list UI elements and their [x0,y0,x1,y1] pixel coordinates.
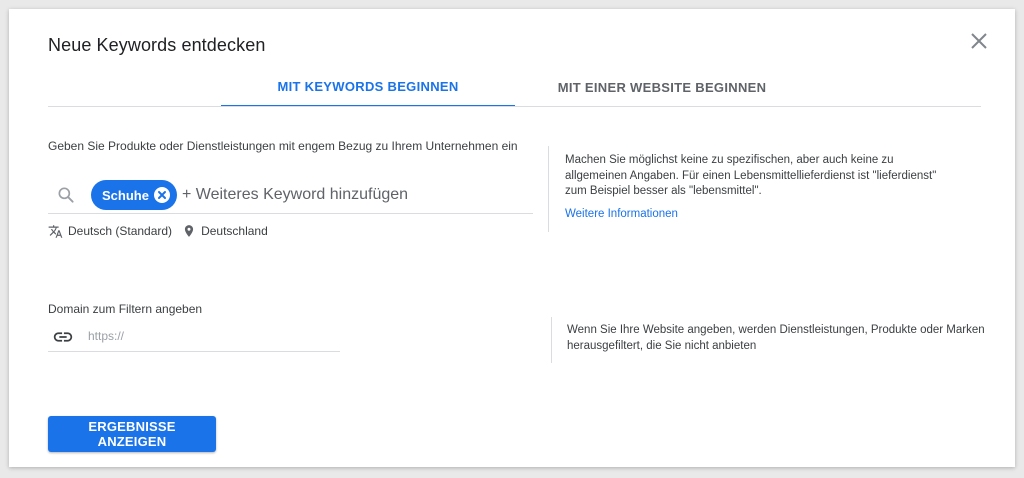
show-results-button[interactable]: ERGEBNISSE ANZEIGEN [48,416,216,452]
tab-label: MIT EINER WEBSITE BEGINNEN [557,79,767,95]
keyword-chip[interactable]: Schuhe [91,180,177,210]
location-selector[interactable]: Deutschland [182,224,268,238]
keyword-input[interactable] [182,183,522,207]
language-selector[interactable]: Deutsch (Standard) [48,224,172,239]
tab-start-with-website[interactable]: MIT EINER WEBSITE BEGINNEN [515,67,809,107]
language-label: Deutsch (Standard) [68,224,173,238]
domain-input[interactable] [88,327,328,345]
targeting-row: Deutsch (Standard) Deutschland [48,223,268,239]
vertical-divider [551,317,552,363]
close-icon [971,33,987,49]
vertical-divider [548,146,549,232]
more-info-link[interactable]: Weitere Informationen [565,208,678,220]
domain-label: Domain zum Filtern angeben [48,302,203,316]
link-icon [53,332,73,342]
tab-start-with-keywords[interactable]: MIT KEYWORDS BEGINNEN [221,67,515,107]
keyword-search-field[interactable]: Schuhe [48,177,533,214]
keyword-planner-dialog: Neue Keywords entdecken MIT KEYWORDS BEG… [9,9,1015,467]
dialog-title: Neue Keywords entdecken [48,35,266,55]
close-button[interactable] [967,29,991,53]
tabs-divider [48,106,981,107]
search-icon [58,187,74,203]
domain-field[interactable] [48,321,340,352]
domain-help-text: Wenn Sie Ihre Website angeben, werden Di… [567,324,985,352]
translate-icon [48,224,63,238]
keywords-label: Geben Sie Produkte oder Dienstleistungen… [48,139,518,153]
tab-label: MIT KEYWORDS BEGINNEN [277,78,459,94]
location-label: Deutschland [201,224,268,238]
close-icon [158,191,166,199]
location-pin-icon [184,225,194,237]
remove-keyword-button[interactable] [154,187,170,203]
keywords-help-text: Machen Sie möglichst keine zu spezifisch… [565,154,937,197]
keyword-chip-label: Schuhe [102,187,149,203]
